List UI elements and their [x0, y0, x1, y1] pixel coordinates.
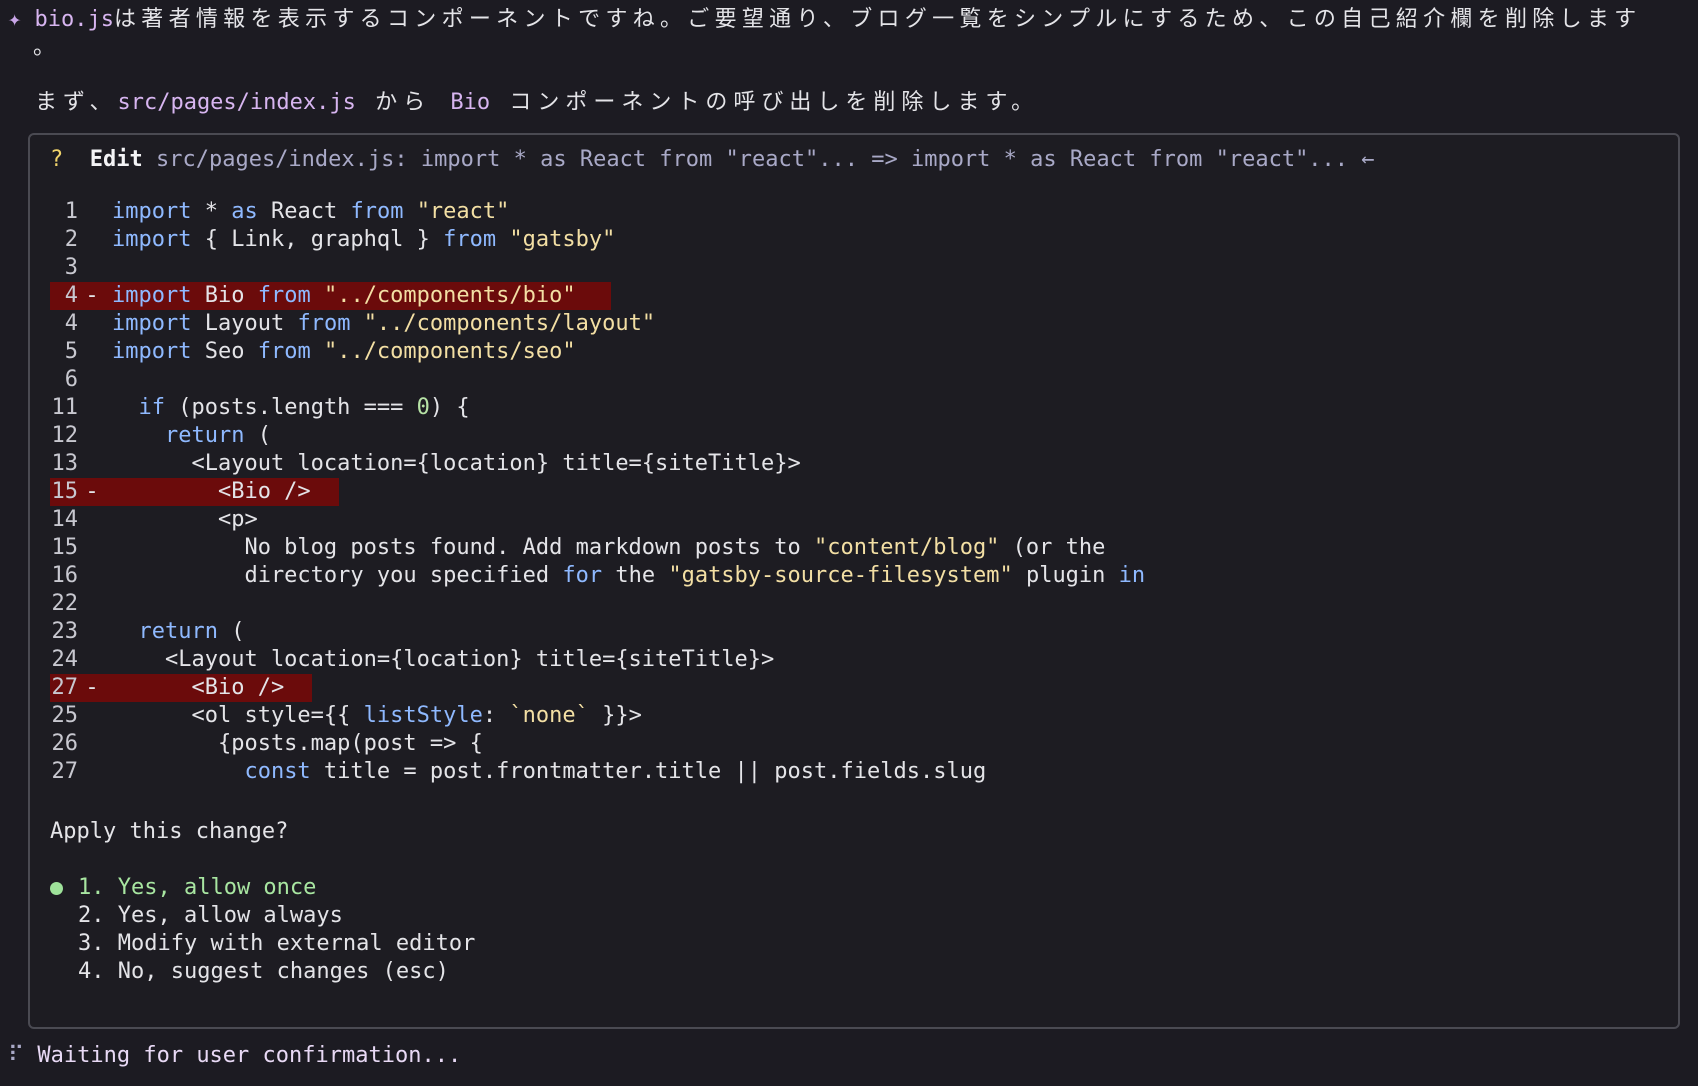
- code-text: import * as React from "react": [112, 199, 510, 224]
- diff-line: 14 <p>: [50, 506, 258, 534]
- line-number: 1: [64, 199, 78, 224]
- diff-line: 3: [50, 254, 112, 282]
- msg2-mid: から: [355, 90, 451, 115]
- code-text: <ol style={{ listStyle: `none` }}>: [112, 703, 642, 728]
- diff-line-removed: 27- <Bio />: [50, 674, 285, 702]
- code-text: directory you specified for the "gatsby-…: [112, 563, 1146, 588]
- line-number: 2: [64, 227, 78, 252]
- line-number: 25: [51, 703, 79, 728]
- diff-line: 26 {posts.map(post => {: [50, 730, 483, 758]
- code-text: {posts.map(post => {: [112, 731, 483, 756]
- line-number: 27: [51, 675, 79, 700]
- code-text: <p>: [112, 507, 258, 532]
- msg2-path: src/pages/index.js: [117, 90, 356, 115]
- diff-line-removed: 15- <Bio />: [50, 478, 311, 506]
- assistant-message-line-1: ✦ bio.jsは著者情報を表示するコンポーネントですね。ご要望通り、ブログ一覧…: [8, 6, 1641, 34]
- line-number: 5: [64, 339, 78, 364]
- option-modify-external[interactable]: 3. Modify with external editor: [78, 930, 475, 958]
- diff-line: 1 import * as React from "react": [50, 198, 510, 226]
- dialog-summary: src/pages/index.js: import * as React fr…: [155, 147, 1375, 172]
- option-yes-once[interactable]: 1. Yes, allow once: [78, 874, 316, 902]
- message-continuation: 。: [33, 35, 56, 60]
- diff-sign: -: [85, 283, 99, 308]
- diff-line: 23 return (: [50, 618, 245, 646]
- diff-sign: -: [85, 675, 99, 700]
- line-number: 15: [51, 479, 79, 504]
- diff-sign: -: [85, 479, 99, 504]
- code-text: import Seo from "../components/seo": [112, 339, 576, 364]
- dialog-title: ? Edit src/pages/index.js: import * as R…: [50, 146, 1375, 174]
- line-number: 26: [51, 731, 79, 756]
- line-number: 3: [64, 255, 78, 280]
- line-number: 6: [64, 367, 78, 392]
- status-text: Waiting for user confirmation...: [37, 1043, 462, 1068]
- code-text: No blog posts found. Add markdown posts …: [112, 535, 1106, 560]
- code-text: <Layout location={location} title={siteT…: [112, 451, 801, 476]
- line-number: 11: [51, 395, 79, 420]
- msg2-component: Bio: [450, 90, 491, 115]
- line-number: 23: [51, 619, 79, 644]
- message-text: は著者情報を表示するコンポーネントですね。ご要望通り、ブログ一覧をシンプルにする…: [113, 7, 1642, 32]
- msg2-prefix: まず、: [35, 90, 118, 115]
- sparkle-icon: ✦: [8, 7, 22, 32]
- line-number: 14: [51, 507, 79, 532]
- diff-line: 12 return (: [50, 422, 271, 450]
- option-yes-always[interactable]: 2. Yes, allow always: [78, 902, 343, 930]
- diff-line: 24 <Layout location={location} title={si…: [50, 646, 775, 674]
- diff-line: 13 <Layout location={location} title={si…: [50, 450, 801, 478]
- line-number: 4: [64, 283, 78, 308]
- msg2-suffix: コンポーネントの呼び出しを削除します。: [490, 90, 1040, 115]
- line-number: 13: [51, 451, 79, 476]
- diff-line: 22: [50, 590, 112, 618]
- selected-option-indicator-icon: [50, 882, 63, 895]
- option-no-suggest[interactable]: 4. No, suggest changes (esc): [78, 958, 449, 986]
- dialog-action: Edit: [89, 147, 143, 172]
- braille-spinner-icon: ⠏: [8, 1043, 25, 1068]
- diff-line: 2 import { Link, graphql } from "gatsby": [50, 226, 616, 254]
- apply-question: Apply this change?: [50, 819, 289, 844]
- line-number: 4: [64, 311, 78, 336]
- code-text: const title = post.frontmatter.title || …: [244, 759, 987, 784]
- code-text: <Bio />: [112, 675, 285, 700]
- code-text: import { Link, graphql } from "gatsby": [112, 227, 616, 252]
- diff-line: 16 directory you specified for the "gats…: [50, 562, 1146, 590]
- diff-line: 25 <ol style={{ listStyle: `none` }}>: [50, 702, 642, 730]
- assistant-message-line-2: まず、src/pages/index.js から Bio コンポーネントの呼び出…: [35, 89, 1039, 117]
- line-number: 24: [51, 647, 79, 672]
- diff-line: 27 const title = post.frontmatter.title …: [50, 758, 987, 786]
- diff-line: 11 if (posts.length === 0) {: [50, 394, 470, 422]
- diff-line: 15 No blog posts found. Add markdown pos…: [50, 534, 1106, 562]
- diff-line-removed: 4- import Bio from "../components/bio": [50, 282, 576, 310]
- status-line: ⠏ Waiting for user confirmation...: [8, 1042, 461, 1070]
- diff-line: 5 import Seo from "../components/seo": [50, 338, 576, 366]
- code-text: if (posts.length === 0) {: [138, 395, 470, 420]
- question-mark-icon: ?: [50, 147, 64, 172]
- code-text: <Bio />: [112, 479, 311, 504]
- line-number: 22: [51, 591, 79, 616]
- code-text: return (: [164, 423, 271, 448]
- code-text: return (: [138, 619, 245, 644]
- diff-line: 6: [50, 366, 112, 394]
- diff-line: 4 import Layout from "../components/layou…: [50, 310, 655, 338]
- line-number: 27: [51, 759, 79, 784]
- line-number: 12: [51, 423, 79, 448]
- code-text: <Layout location={location} title={siteT…: [112, 647, 775, 672]
- line-number: 15: [51, 535, 79, 560]
- code-text: import Bio from "../components/bio": [112, 283, 576, 308]
- line-number: 16: [51, 563, 79, 588]
- file-reference: bio.js: [34, 7, 114, 32]
- code-text: import Layout from "../components/layout…: [112, 311, 656, 336]
